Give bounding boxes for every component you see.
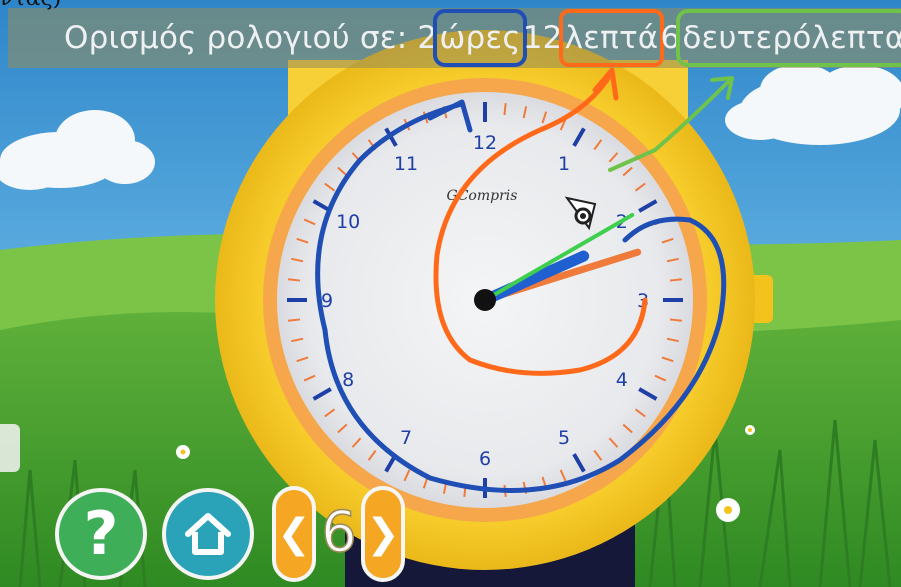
cropped-corner-text: ντας) — [0, 0, 61, 11]
clock-number: 8 — [342, 369, 354, 391]
help-icon: ? — [83, 499, 119, 569]
minute-tick — [287, 318, 301, 322]
clock-center-pin — [474, 289, 496, 311]
control-bar: ? ❮ 6 ❯ — [0, 480, 420, 587]
clock-number: 6 — [479, 448, 491, 470]
clock-number: 12 — [473, 132, 497, 154]
clock-number: 5 — [558, 427, 570, 449]
home-button[interactable] — [162, 488, 254, 580]
previous-level-button[interactable]: ❮ — [272, 486, 316, 582]
help-button[interactable]: ? — [55, 488, 147, 580]
clock-number: 1 — [558, 153, 570, 175]
home-icon — [185, 513, 231, 555]
minute-tick — [287, 278, 301, 282]
game-scene: 121234567891011 GCompris — [0, 0, 901, 587]
side-panel-tab[interactable] — [0, 424, 20, 472]
instruction-middle1: 12 — [522, 20, 563, 56]
instruction-text: Ορισμός ρολογιού σε: 2 ώρες 12 λεπτά 6 δ… — [64, 9, 901, 67]
chevron-right-icon: ❯ — [366, 511, 400, 557]
level-number: 6 — [320, 499, 357, 566]
clock-number: 10 — [336, 211, 360, 233]
seconds-word: δευτερόλεπτα — [676, 9, 901, 67]
next-level-button[interactable]: ❯ — [361, 486, 405, 582]
clock-number: 4 — [616, 369, 628, 391]
minute-tick — [503, 102, 507, 116]
minute-tick — [669, 318, 683, 322]
minutes-word: λεπτά — [558, 9, 665, 67]
chevron-left-icon: ❮ — [277, 511, 311, 557]
clock-number: 11 — [394, 153, 418, 175]
hours-word: ώρες — [433, 9, 527, 67]
clock-number: 7 — [400, 427, 412, 449]
minute-tick — [669, 278, 683, 282]
instruction-middle2: 6 — [660, 20, 681, 56]
instruction-prefix: Ορισμός ρολογιού σε: 2 — [64, 20, 438, 56]
